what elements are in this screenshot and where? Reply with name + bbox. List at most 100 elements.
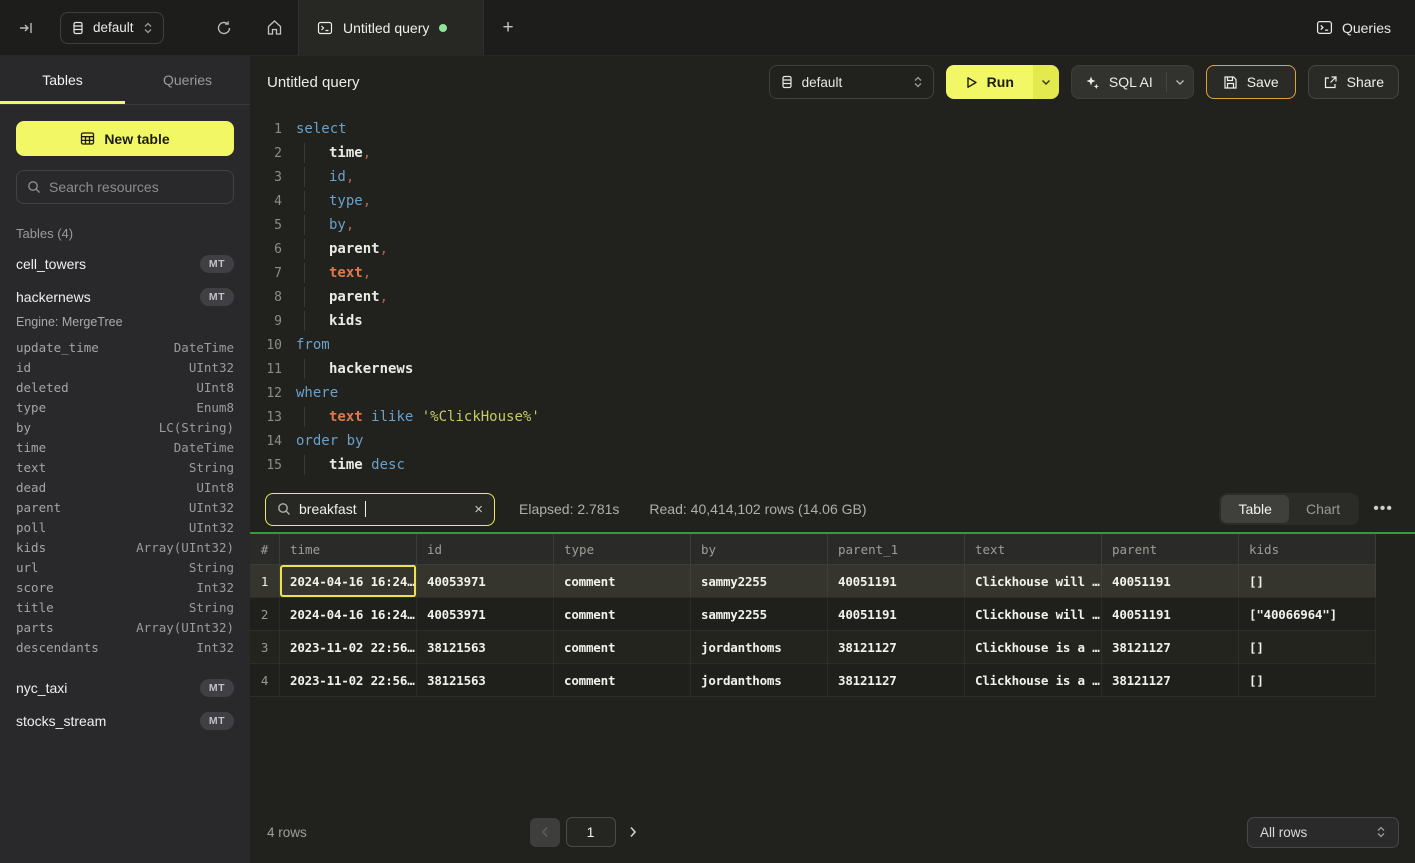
schema-column-row[interactable]: partsArray(UInt32) xyxy=(0,617,250,637)
run-options-caret[interactable] xyxy=(1033,65,1059,99)
page-size-selector[interactable]: All rows xyxy=(1247,817,1399,848)
code-line[interactable]: 13text ilike '%ClickHouse%' xyxy=(260,405,1415,429)
sidebar-table-cell-towers[interactable]: cell_towers MT xyxy=(0,247,250,280)
table-cell[interactable]: 40051191 xyxy=(1102,598,1239,630)
table-cell[interactable]: 2024-04-16 16:24… xyxy=(280,565,417,597)
code-line[interactable]: 7text, xyxy=(260,261,1415,285)
column-header[interactable]: parent_1 xyxy=(828,534,965,564)
table-cell[interactable]: Clickhouse is a … xyxy=(965,631,1102,663)
column-header[interactable]: id xyxy=(417,534,554,564)
table-cell[interactable]: [] xyxy=(1239,565,1376,597)
database-selector[interactable]: default xyxy=(769,65,934,99)
next-page-button[interactable] xyxy=(629,826,637,838)
column-header[interactable]: type xyxy=(554,534,691,564)
column-header[interactable]: text xyxy=(965,534,1102,564)
sql-ai-options-caret[interactable] xyxy=(1167,79,1193,86)
schema-column-row[interactable]: titleString xyxy=(0,597,250,617)
code-line[interactable]: 15time desc xyxy=(260,453,1415,477)
table-cell[interactable]: sammy2255 xyxy=(691,565,828,597)
sidebar-table-nyc-taxi[interactable]: nyc_taxi MT xyxy=(0,671,250,704)
code-line[interactable]: 3id, xyxy=(260,165,1415,189)
tab-tables[interactable]: Tables xyxy=(0,56,125,104)
table-cell[interactable]: 2023-11-02 22:56… xyxy=(280,664,417,696)
tab-queries[interactable]: Queries xyxy=(125,56,250,104)
table-cell[interactable]: jordanthoms xyxy=(691,631,828,663)
table-row[interactable]: 12024-04-16 16:24…40053971commentsammy22… xyxy=(250,565,1376,598)
share-button[interactable]: Share xyxy=(1308,65,1399,99)
schema-column-row[interactable]: deletedUInt8 xyxy=(0,377,250,397)
home-button[interactable] xyxy=(250,0,298,55)
table-cell[interactable]: 38121563 xyxy=(417,631,554,663)
table-cell[interactable]: 38121127 xyxy=(828,664,965,696)
new-tab-button[interactable]: + xyxy=(484,0,532,55)
code-line[interactable]: 8parent, xyxy=(260,285,1415,309)
previous-page-button[interactable] xyxy=(530,818,560,847)
table-cell[interactable]: sammy2255 xyxy=(691,598,828,630)
table-cell[interactable]: 38121127 xyxy=(1102,664,1239,696)
code-line[interactable]: 4type, xyxy=(260,189,1415,213)
schema-column-row[interactable]: timeDateTime xyxy=(0,437,250,457)
table-cell[interactable]: 38121127 xyxy=(828,631,965,663)
collapse-sidebar-button[interactable] xyxy=(18,20,34,36)
table-cell[interactable]: comment xyxy=(554,565,691,597)
code-line[interactable]: 14order by xyxy=(260,429,1415,453)
schema-column-row[interactable]: typeEnum8 xyxy=(0,397,250,417)
page-number[interactable]: 1 xyxy=(566,817,616,847)
table-cell[interactable]: 40053971 xyxy=(417,565,554,597)
schema-column-row[interactable]: urlString xyxy=(0,557,250,577)
table-cell[interactable]: [] xyxy=(1239,631,1376,663)
tab-untitled-query[interactable]: Untitled query xyxy=(298,0,484,55)
schema-column-row[interactable]: idUInt32 xyxy=(0,357,250,377)
sql-editor[interactable]: 1select2time,3id,4type,5by,6parent,7text… xyxy=(250,108,1415,486)
column-header[interactable]: parent xyxy=(1102,534,1239,564)
table-cell[interactable]: 38121563 xyxy=(417,664,554,696)
schema-column-row[interactable]: pollUInt32 xyxy=(0,517,250,537)
table-cell[interactable]: jordanthoms xyxy=(691,664,828,696)
code-line[interactable]: 6parent, xyxy=(260,237,1415,261)
table-cell[interactable]: Clickhouse is a … xyxy=(965,664,1102,696)
table-cell[interactable]: comment xyxy=(554,598,691,630)
table-row[interactable]: 22024-04-16 16:24…40053971commentsammy22… xyxy=(250,598,1376,631)
run-button[interactable]: Run xyxy=(946,65,1059,99)
table-row[interactable]: 32023-11-02 22:56…38121563commentjordant… xyxy=(250,631,1376,664)
code-line[interactable]: 10from xyxy=(260,333,1415,357)
toggle-table[interactable]: Table xyxy=(1221,495,1288,523)
table-cell[interactable]: Clickhouse will … xyxy=(965,565,1102,597)
more-options-button[interactable]: ••• xyxy=(1367,500,1399,518)
table-cell[interactable]: Clickhouse will … xyxy=(965,598,1102,630)
schema-column-row[interactable]: kidsArray(UInt32) xyxy=(0,537,250,557)
toggle-chart[interactable]: Chart xyxy=(1289,495,1357,523)
schema-column-row[interactable]: parentUInt32 xyxy=(0,497,250,517)
code-line[interactable]: 9kids xyxy=(260,309,1415,333)
results-search-input[interactable]: breakfast × xyxy=(265,493,495,526)
save-button[interactable]: Save xyxy=(1206,65,1296,99)
table-cell[interactable]: 2024-04-16 16:24… xyxy=(280,598,417,630)
table-cell[interactable]: comment xyxy=(554,664,691,696)
table-cell[interactable]: 38121127 xyxy=(1102,631,1239,663)
schema-column-row[interactable]: textString xyxy=(0,457,250,477)
schema-column-row[interactable]: byLC(String) xyxy=(0,417,250,437)
table-cell[interactable]: 40051191 xyxy=(828,565,965,597)
schema-column-row[interactable]: descendantsInt32 xyxy=(0,637,250,657)
table-cell[interactable]: 40053971 xyxy=(417,598,554,630)
code-line[interactable]: 12where xyxy=(260,381,1415,405)
sidebar-table-stocks-stream[interactable]: stocks_stream MT xyxy=(0,704,250,737)
column-header[interactable]: time xyxy=(280,534,417,564)
column-header[interactable]: kids xyxy=(1239,534,1376,564)
table-cell[interactable]: 40051191 xyxy=(828,598,965,630)
table-row[interactable]: 42023-11-02 22:56…38121563commentjordant… xyxy=(250,664,1376,697)
table-cell[interactable]: comment xyxy=(554,631,691,663)
table-cell[interactable]: [] xyxy=(1239,664,1376,696)
code-line[interactable]: 5by, xyxy=(260,213,1415,237)
schema-column-row[interactable]: scoreInt32 xyxy=(0,577,250,597)
sql-ai-button[interactable]: SQL AI xyxy=(1071,65,1194,99)
database-selector[interactable]: default xyxy=(60,12,164,44)
column-header[interactable]: # xyxy=(250,534,280,564)
schema-column-row[interactable]: deadUInt8 xyxy=(0,477,250,497)
search-resources-input[interactable] xyxy=(49,179,223,195)
column-header[interactable]: by xyxy=(691,534,828,564)
sidebar-table-hackernews[interactable]: hackernews MT xyxy=(0,280,250,313)
table-cell[interactable]: ["40066964"] xyxy=(1239,598,1376,630)
table-cell[interactable]: 2023-11-02 22:56… xyxy=(280,631,417,663)
code-line[interactable]: 11hackernews xyxy=(260,357,1415,381)
